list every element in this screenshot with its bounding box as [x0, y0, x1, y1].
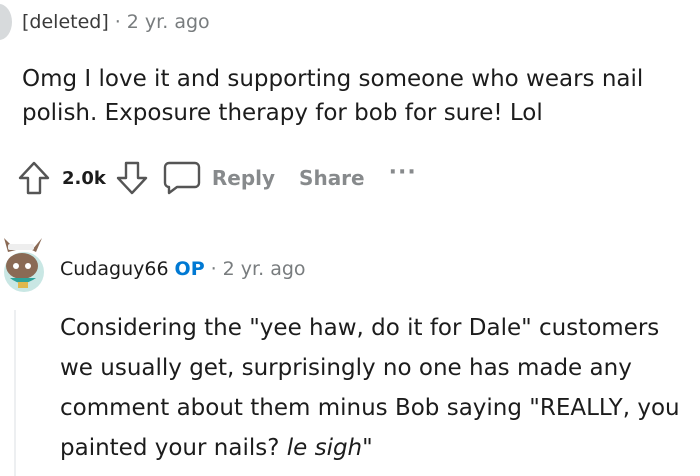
more-icon[interactable]: ··· — [389, 160, 417, 185]
comment-bubble-icon[interactable] — [162, 158, 202, 198]
upvote-icon[interactable] — [14, 158, 54, 198]
op-badge: OP — [174, 258, 205, 280]
downvote-icon[interactable] — [112, 158, 152, 198]
meta-separator: · — [114, 11, 121, 33]
avatar[interactable] — [0, 4, 12, 40]
comment-text-italic: le sigh — [286, 435, 363, 461]
comment-body: Considering the "yee haw, do it for Dale… — [60, 308, 696, 468]
comment-timestamp[interactable]: 2 yr. ago — [223, 258, 306, 280]
comment-timestamp[interactable]: 2 yr. ago — [127, 11, 210, 33]
vote-score: 2.0k — [62, 167, 106, 189]
comment-meta: [deleted] · 2 yr. ago — [22, 11, 210, 33]
thread-line[interactable] — [14, 310, 16, 476]
comment-body: Omg I love it and supporting someone who… — [22, 66, 644, 126]
share-button[interactable]: Share — [299, 166, 365, 190]
comment-text-end: " — [362, 435, 373, 461]
comment-actions: 2.0k Reply Share ··· — [14, 158, 417, 198]
meta-separator: · — [210, 258, 217, 280]
reply-button[interactable]: Reply — [212, 166, 275, 190]
comment-author[interactable]: Cudaguy66 — [60, 258, 169, 280]
comment-meta: Cudaguy66 OP · 2 yr. ago — [60, 258, 306, 280]
comment-author[interactable]: [deleted] — [22, 11, 109, 33]
avatar[interactable] — [0, 228, 52, 298]
